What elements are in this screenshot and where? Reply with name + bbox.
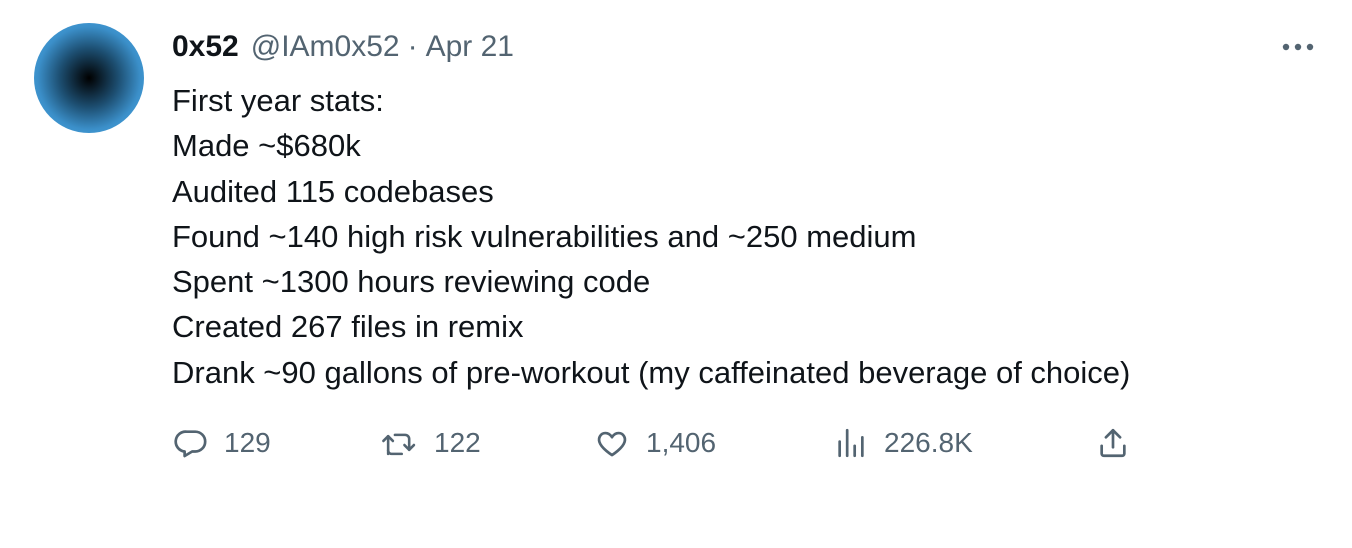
tweet-line: Spent ~1300 hours reviewing code [172, 264, 651, 300]
reply-count: 129 [224, 427, 271, 458]
tweet-text: First year stats: Made ~$680k Audited 11… [172, 78, 1322, 395]
reply-icon [174, 430, 207, 458]
tweet-date[interactable]: Apr 21 [426, 30, 514, 64]
heart-icon [597, 431, 627, 457]
like-button[interactable]: 1,406 [594, 420, 716, 466]
user-handle[interactable]: @IAm0x52 [251, 30, 400, 64]
views-count: 226.8K [884, 427, 973, 458]
retweet-icon [382, 433, 416, 456]
tweet: 0x52 @IAm0x52 · Apr 21 First year stats:… [0, 0, 1352, 548]
views-chart-icon [838, 428, 864, 458]
share-button[interactable] [1096, 420, 1130, 466]
share-icon [1100, 428, 1126, 458]
more-button[interactable] [1278, 30, 1318, 64]
retweet-button[interactable]: 122 [380, 420, 481, 466]
tweet-header: 0x52 @IAm0x52 · Apr 21 [172, 27, 514, 67]
tweet-line: First year stats: [172, 83, 384, 118]
action-bar: 129 122 1,406 226.8K [0, 420, 1352, 466]
tweet-line: Created 267 files in remix [172, 309, 524, 345]
like-count: 1,406 [646, 427, 717, 458]
more-icon [1282, 43, 1314, 51]
tweet-line: Made ~$680k [172, 128, 361, 164]
tweet-line: Audited 115 codebases [172, 173, 494, 209]
separator-dot: · [407, 30, 418, 63]
avatar[interactable] [34, 23, 144, 133]
tweet-line: Drank ~90 gallons of pre-workout (my caf… [172, 354, 1131, 390]
reply-button[interactable]: 129 [174, 420, 271, 466]
display-name[interactable]: 0x52 [172, 30, 239, 64]
views-button[interactable]: 226.8K [834, 420, 973, 466]
retweet-count: 122 [434, 427, 481, 458]
tweet-line: Found ~140 high risk vulnerabilities and… [172, 218, 917, 254]
